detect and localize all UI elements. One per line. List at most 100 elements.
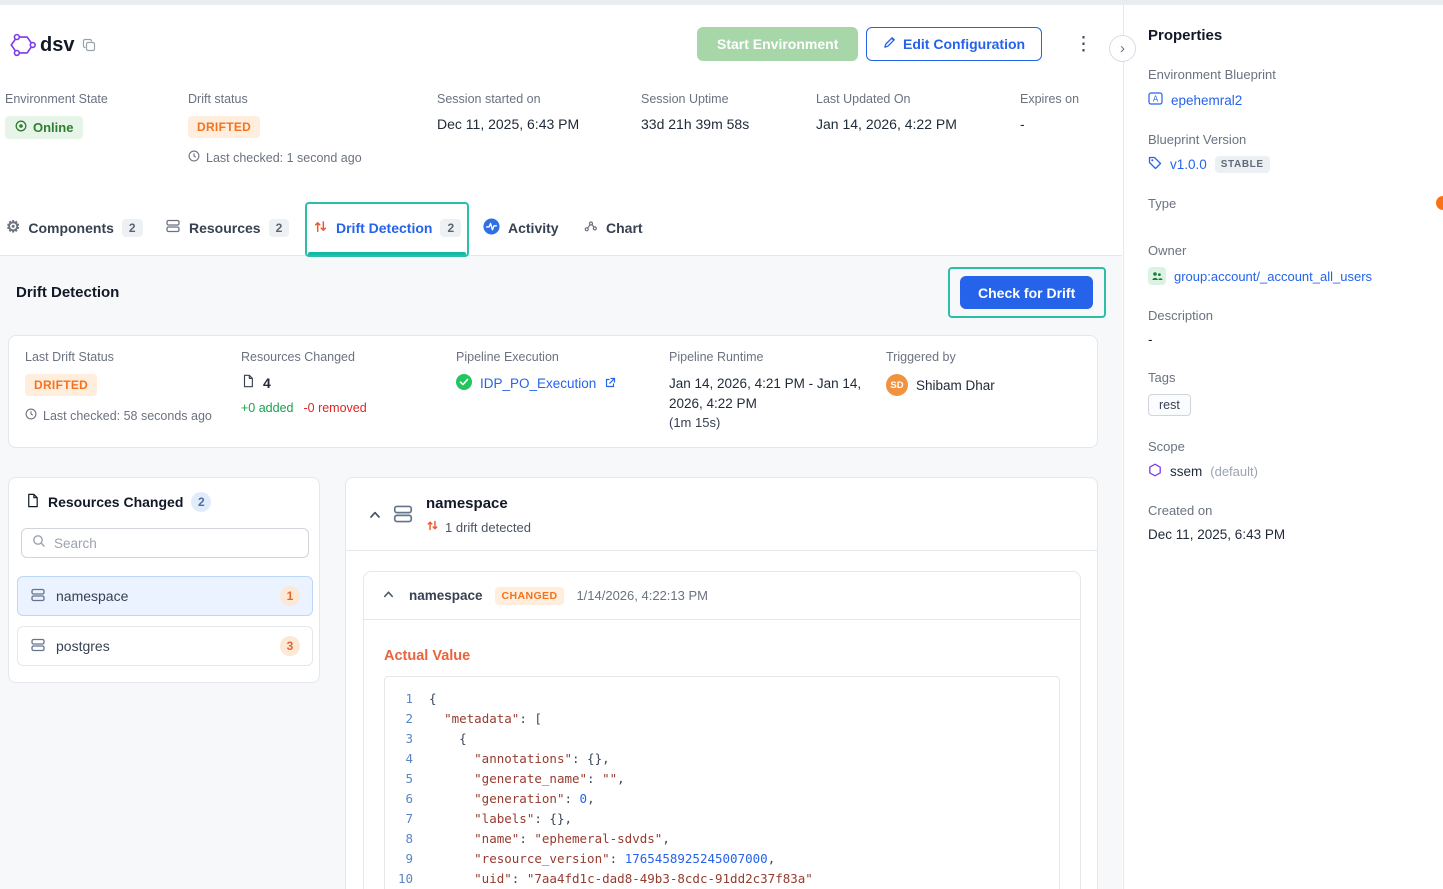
top-strip <box>0 0 1443 5</box>
status-bar: Environment State Online Drift status DR… <box>0 92 1122 192</box>
main-area: dsv Start Environment Edit Configuration… <box>0 5 1122 889</box>
tab-drift-detection[interactable]: Drift Detection 2 <box>313 200 461 255</box>
tab-label: Components <box>28 220 114 236</box>
resources-panel-title: Resources Changed <box>48 494 183 510</box>
summary-last-checked-text: Last checked: 58 seconds ago <box>43 409 212 423</box>
drift-arrows-icon <box>426 519 439 535</box>
tag-chip: rest <box>1148 394 1191 416</box>
search-input[interactable] <box>54 536 298 551</box>
owner-link[interactable]: group:account/_account_all_users <box>1174 269 1372 284</box>
last-drift-status-field: Last Drift Status DRIFTED Last checked: … <box>25 350 212 423</box>
drifted-badge: DRIFTED <box>25 374 97 396</box>
file-icon <box>25 493 40 511</box>
check-for-drift-button[interactable]: Check for Drift <box>960 276 1093 309</box>
description-value: - <box>1148 332 1419 347</box>
drift-last-checked-text: Last checked: 1 second ago <box>206 151 362 165</box>
drift-entry-card: namespace CHANGED 1/14/2026, 4:22:13 PM … <box>363 571 1081 889</box>
scope-label: Scope <box>1148 439 1419 454</box>
code-line: 6 "generation": 0, <box>385 789 1059 809</box>
code-line: 1{ <box>385 689 1059 709</box>
blueprint-link[interactable]: epehemral2 <box>1171 93 1242 108</box>
code-block[interactable]: 1{2 "metadata": [3 {4 "annotations": {},… <box>384 676 1060 889</box>
created-on-label: Created on <box>1148 503 1419 518</box>
group-icon <box>1148 267 1166 285</box>
scope-icon <box>1148 463 1162 480</box>
copy-icon[interactable] <box>82 38 96 55</box>
delta-row: +0 added -0 removed <box>241 401 367 415</box>
tab-label: Drift Detection <box>336 220 432 236</box>
session-uptime-value: 33d 21h 39m 58s <box>641 116 749 132</box>
resources-panel-count-badge: 2 <box>191 492 211 512</box>
collapse-chevron-icon[interactable] <box>366 506 384 527</box>
properties-panel: Properties Environment Blueprint A epehe… <box>1123 5 1443 889</box>
clock-icon <box>25 408 37 423</box>
notification-dot[interactable] <box>1436 196 1443 210</box>
file-icon <box>241 374 255 391</box>
triggered-by-name: Shibam Dhar <box>916 378 995 393</box>
layers-icon <box>165 218 181 237</box>
panel-collapse-chevron[interactable]: › <box>1109 35 1136 62</box>
blueprint-label: Environment Blueprint <box>1148 67 1419 82</box>
drift-detected-text: 1 drift detected <box>445 520 531 535</box>
resources-changed-count: 4 <box>263 375 271 391</box>
resource-item-postgres[interactable]: postgres 3 <box>17 626 313 666</box>
tags-label: Tags <box>1148 370 1419 385</box>
type-label: Type <box>1148 196 1419 211</box>
resource-drift-count-badge: 3 <box>280 636 300 656</box>
expires-field: Expires on - <box>1020 92 1079 132</box>
avatar: SD <box>886 374 908 396</box>
edit-configuration-button[interactable]: Edit Configuration <box>866 27 1042 61</box>
tab-bar: ⚙ Components 2 Resources 2 Drift Detecti… <box>0 200 1122 256</box>
layers-icon <box>392 503 414 530</box>
pipeline-runtime-field: Pipeline Runtime Jan 14, 2026, 4:21 PM -… <box>669 350 864 430</box>
tab-resources[interactable]: Resources 2 <box>165 200 289 255</box>
pipeline-runtime-label: Pipeline Runtime <box>669 350 864 364</box>
code-line: 9 "resource_version": 176545892524500700… <box>385 849 1059 869</box>
gear-icon: ⚙ <box>6 220 20 236</box>
resources-changed-field: Resources Changed 4 +0 added-0 removed <box>241 350 367 415</box>
removed-count: -0 removed <box>303 401 366 415</box>
search-box <box>21 528 309 558</box>
pipeline-runtime-value: Jan 14, 2026, 4:21 PM - Jan 14, 2026, 4:… <box>669 374 864 413</box>
session-uptime-field: Session Uptime 33d 21h 39m 58s <box>641 92 749 132</box>
resources-changed-panel: Resources Changed 2 namespace 1 postgres… <box>8 477 320 683</box>
code-line: 10 "uid": "7aa4fd1c-dad8-49b3-8cdc-91dd2… <box>385 869 1059 889</box>
triggered-by-label: Triggered by <box>886 350 995 364</box>
owner-label: Owner <box>1148 243 1419 258</box>
drift-entry-header[interactable]: namespace CHANGED 1/14/2026, 4:22:13 PM <box>364 572 1080 620</box>
changed-badge: CHANGED <box>495 587 565 605</box>
resources-panel-heading: Resources Changed 2 <box>25 492 211 512</box>
svg-text:A: A <box>1153 95 1159 104</box>
stable-badge: STABLE <box>1215 156 1270 173</box>
blueprint-icon: A <box>1148 91 1163 109</box>
online-status-icon <box>15 120 27 135</box>
version-link[interactable]: v1.0.0 <box>1170 157 1207 172</box>
added-count: +0 added <box>241 401 293 415</box>
start-environment-button[interactable]: Start Environment <box>697 27 858 61</box>
section-heading: Drift Detection <box>16 284 119 301</box>
session-started-field: Session started on Dec 11, 2025, 6:43 PM <box>437 92 579 132</box>
drift-status-field: Drift status DRIFTED Last checked: 1 sec… <box>188 92 362 165</box>
tab-count-badge: 2 <box>269 219 290 237</box>
kebab-menu-icon[interactable]: ⋮ <box>1066 29 1101 60</box>
tab-activity[interactable]: Activity <box>483 200 559 255</box>
collapse-chevron-icon[interactable] <box>380 586 397 606</box>
detail-resource-title: namespace <box>426 495 508 512</box>
pipeline-execution-link[interactable]: IDP_PO_Execution <box>480 376 596 391</box>
tab-label: Resources <box>189 220 261 236</box>
external-link-icon <box>604 376 616 392</box>
resource-item-namespace[interactable]: namespace 1 <box>17 576 313 616</box>
drift-summary-card: Last Drift Status DRIFTED Last checked: … <box>8 335 1098 448</box>
tab-count-badge: 2 <box>122 219 143 237</box>
tag-icon <box>1148 156 1162 173</box>
drift-detail-card: namespace 1 drift detected namespace CHA… <box>345 477 1098 889</box>
pipeline-execution-field: Pipeline Execution IDP_PO_Execution <box>456 350 616 393</box>
env-state-label: Environment State <box>5 92 108 106</box>
session-started-label: Session started on <box>437 92 579 106</box>
last-updated-label: Last Updated On <box>816 92 957 106</box>
tab-components[interactable]: ⚙ Components 2 <box>6 200 143 255</box>
tab-chart[interactable]: Chart <box>583 200 643 255</box>
page: dsv Start Environment Edit Configuration… <box>0 0 1443 889</box>
clock-icon <box>188 150 200 165</box>
drift-detection-section: Drift Detection Check for Drift Last Dri… <box>0 256 1122 889</box>
